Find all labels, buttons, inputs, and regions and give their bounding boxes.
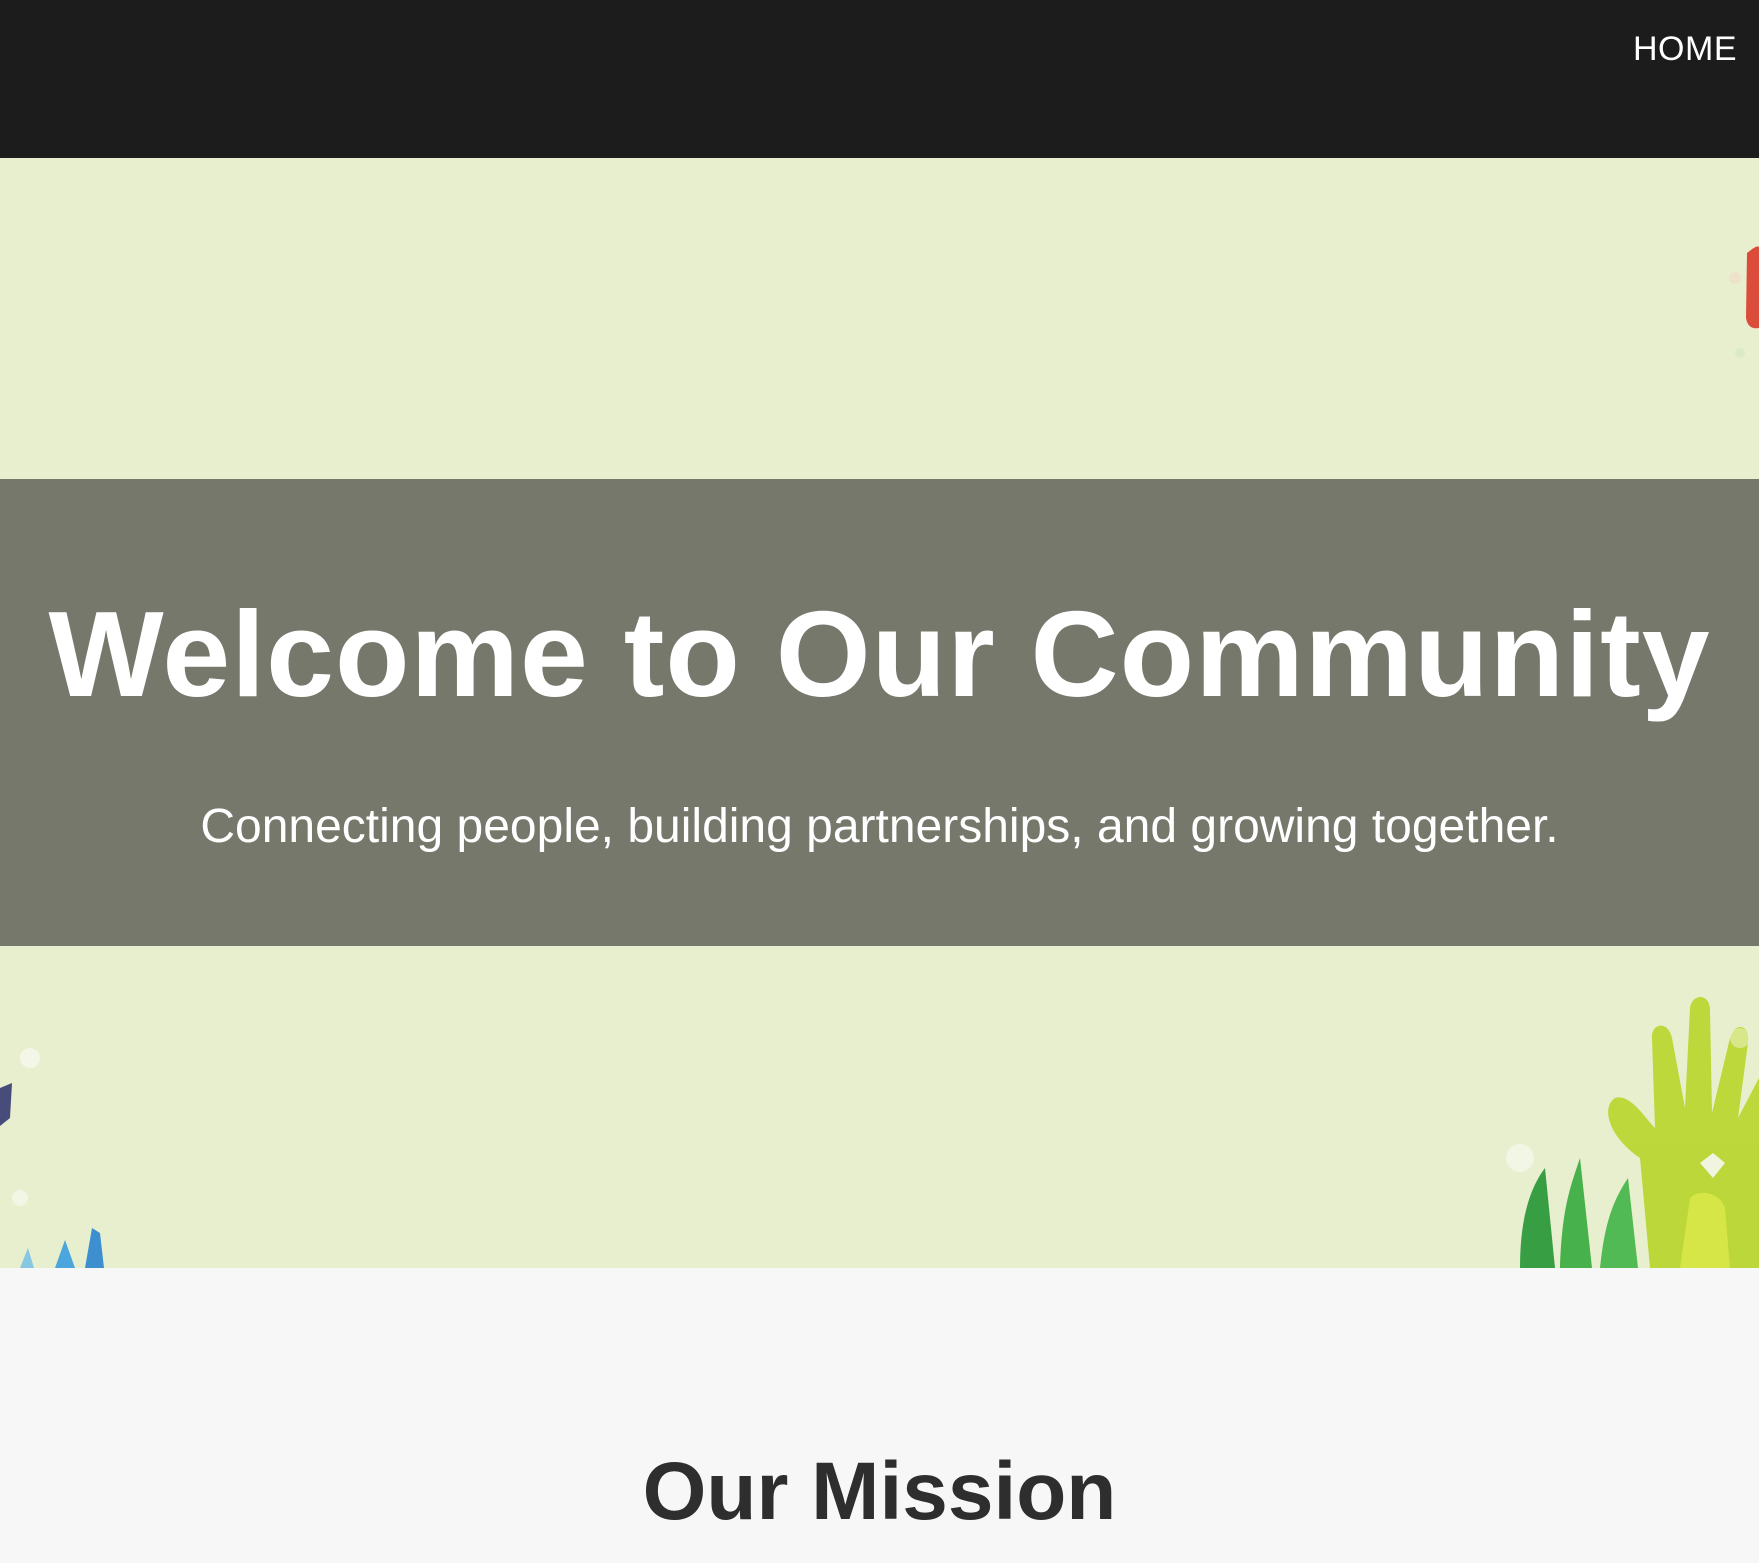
hero-section: Welcome to Our Community Connecting peop… xyxy=(0,158,1759,1268)
top-navigation-bar: HOME xyxy=(0,0,1759,158)
hero-subtitle: Connecting people, building partnerships… xyxy=(200,800,1559,853)
hero-title: Welcome to Our Community xyxy=(48,586,1711,722)
mission-title: Our Mission xyxy=(642,1446,1117,1537)
nav-link-home[interactable]: HOME xyxy=(1633,30,1737,69)
hero-banner: Welcome to Our Community Connecting peop… xyxy=(0,479,1759,946)
mission-section: Our Mission xyxy=(0,1268,1759,1563)
